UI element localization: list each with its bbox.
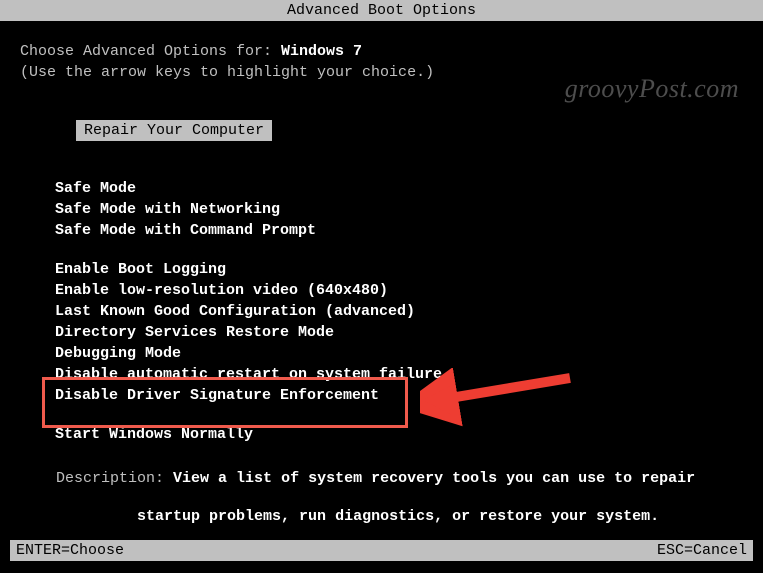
description-line1: View a list of system recovery tools you… xyxy=(173,470,695,487)
option-directory-services-restore[interactable]: Directory Services Restore Mode xyxy=(55,324,743,341)
os-name: Windows 7 xyxy=(281,43,362,60)
description-label: Description: xyxy=(56,470,173,487)
footer-enter: ENTER=Choose xyxy=(16,542,124,559)
option-debugging-mode[interactable]: Debugging Mode xyxy=(55,345,743,362)
option-safe-mode[interactable]: Safe Mode xyxy=(55,180,743,197)
footer-esc: ESC=Cancel xyxy=(657,542,747,559)
selected-option: Repair Your Computer xyxy=(76,120,272,141)
screen-title: Advanced Boot Options xyxy=(287,2,476,19)
option-safe-mode-command-prompt[interactable]: Safe Mode with Command Prompt xyxy=(55,222,743,239)
option-last-known-good-config[interactable]: Last Known Good Configuration (advanced) xyxy=(55,303,743,320)
option-safe-mode-networking[interactable]: Safe Mode with Networking xyxy=(55,201,743,218)
option-disable-auto-restart[interactable]: Disable automatic restart on system fail… xyxy=(55,366,743,383)
description-block: Description: View a list of system recov… xyxy=(20,453,743,504)
option-repair-your-computer[interactable]: Repair Your Computer xyxy=(40,103,743,158)
footer-bar: ENTER=Choose ESC=Cancel xyxy=(10,540,753,561)
option-enable-boot-logging[interactable]: Enable Boot Logging xyxy=(55,261,743,278)
description-line2: startup problems, run diagnostics, or re… xyxy=(137,508,659,525)
prompt-prefix: Choose Advanced Options for: xyxy=(20,43,281,60)
title-bar: Advanced Boot Options xyxy=(0,0,763,21)
option-start-windows-normally[interactable]: Start Windows Normally xyxy=(55,426,743,443)
watermark-text: groovyPost.com xyxy=(565,74,739,104)
option-low-res-video[interactable]: Enable low-resolution video (640x480) xyxy=(55,282,743,299)
option-disable-driver-signature[interactable]: Disable Driver Signature Enforcement xyxy=(55,387,743,404)
choose-prompt: Choose Advanced Options for: Windows 7 xyxy=(20,43,743,60)
description-line2-wrap: startup problems, run diagnostics, or re… xyxy=(20,508,743,525)
